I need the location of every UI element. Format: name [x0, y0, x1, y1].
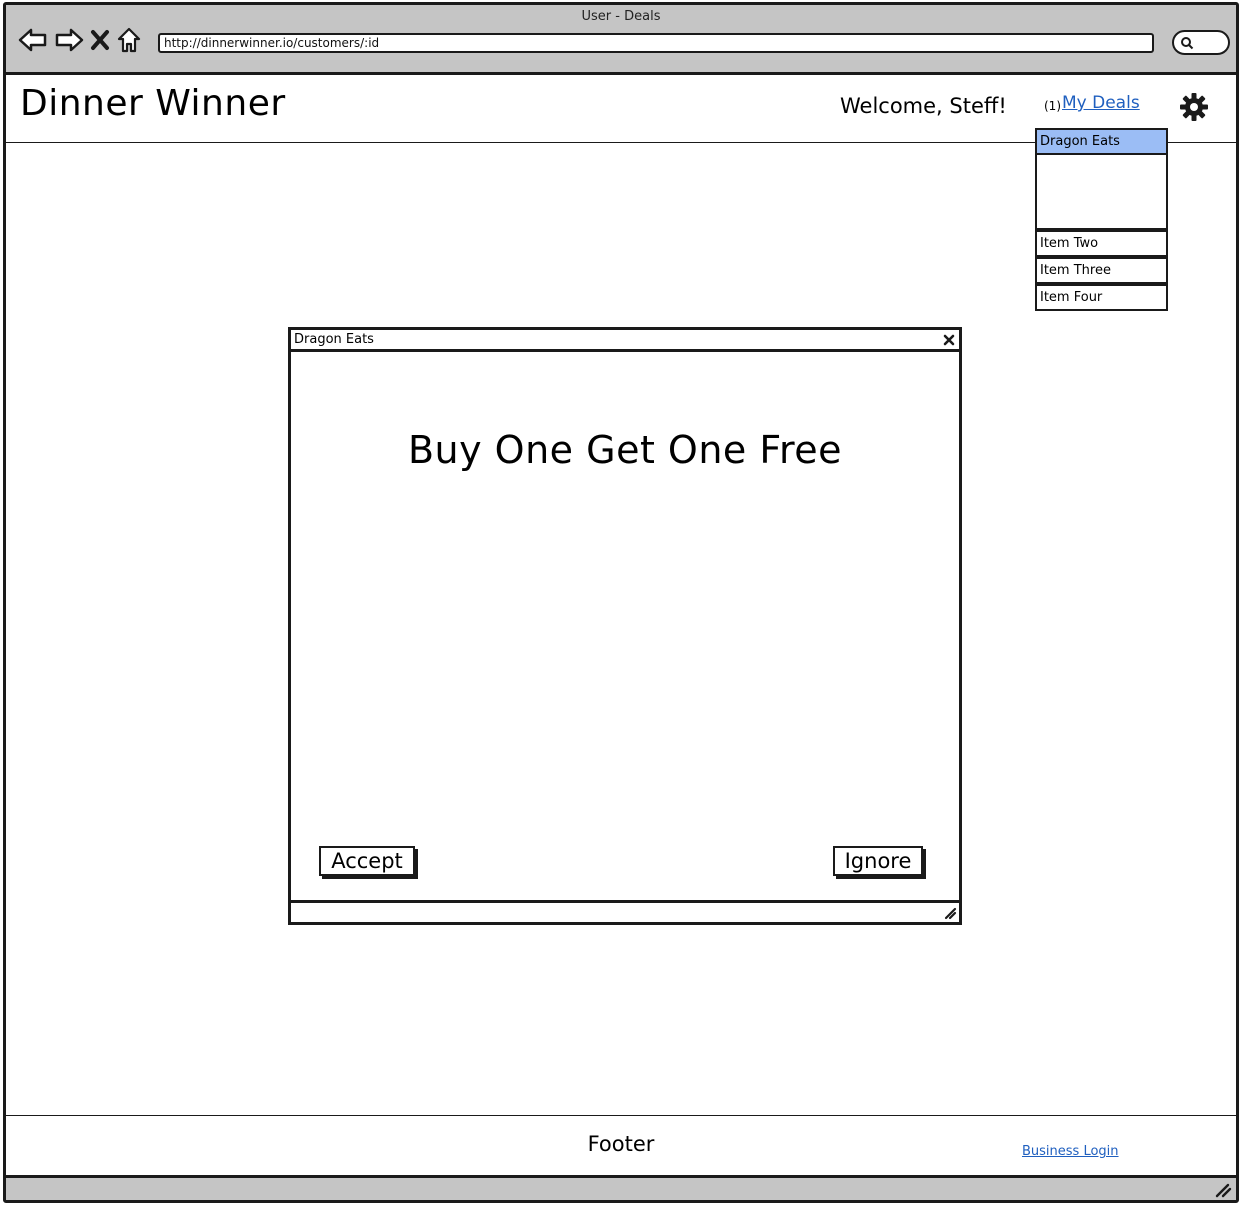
close-x-icon[interactable] — [90, 28, 110, 52]
dropdown-item-three[interactable]: Item Three — [1035, 257, 1168, 284]
resize-grip-icon[interactable] — [943, 906, 957, 920]
dialog-title: Dragon Eats — [294, 332, 374, 347]
gear-icon[interactable] — [1179, 92, 1209, 126]
site-footer: Footer Business Login — [6, 1115, 1236, 1177]
dropdown-item-blank — [1035, 155, 1168, 230]
browser-chrome: User - Deals http://dinnerwinner.io/cust… — [6, 5, 1236, 75]
resize-grip-icon[interactable] — [1214, 1182, 1232, 1198]
close-icon[interactable] — [943, 333, 955, 352]
business-login-link[interactable]: Business Login — [1022, 1144, 1119, 1159]
home-icon[interactable] — [116, 26, 142, 54]
forward-arrow-icon[interactable] — [54, 27, 84, 53]
dropdown-item-dragon-eats[interactable]: Dragon Eats — [1035, 128, 1168, 155]
deals-count-badge: (1) — [1044, 99, 1061, 113]
deal-heading: Buy One Get One Free — [407, 428, 843, 472]
dialog-titlebar: Dragon Eats — [291, 330, 959, 352]
back-arrow-icon[interactable] — [18, 27, 48, 53]
accept-button[interactable]: Accept — [319, 846, 415, 876]
ignore-button[interactable]: Ignore — [833, 846, 923, 876]
brand-title: Dinner Winner — [20, 83, 286, 124]
search-icon — [1181, 37, 1194, 50]
deal-dialog: Dragon Eats Buy One Get One Free Accept … — [288, 327, 962, 925]
window-title: User - Deals — [581, 9, 661, 24]
browser-window: User - Deals http://dinnerwinner.io/cust… — [3, 2, 1239, 1203]
browser-status-bar — [6, 1175, 1236, 1200]
dropdown-item-four[interactable]: Item Four — [1035, 284, 1168, 311]
browser-search-field[interactable] — [1172, 30, 1230, 55]
dialog-statusbar — [291, 900, 959, 922]
dropdown-item-two[interactable]: Item Two — [1035, 230, 1168, 257]
nav-controls — [18, 25, 142, 55]
url-bar[interactable]: http://dinnerwinner.io/customers/:id — [158, 33, 1154, 53]
deals-dropdown: Dragon Eats Item Two Item Three Item Fou… — [1035, 128, 1168, 311]
welcome-message: Welcome, Steff! — [840, 94, 1007, 118]
my-deals-link[interactable]: My Deals — [1062, 93, 1140, 113]
